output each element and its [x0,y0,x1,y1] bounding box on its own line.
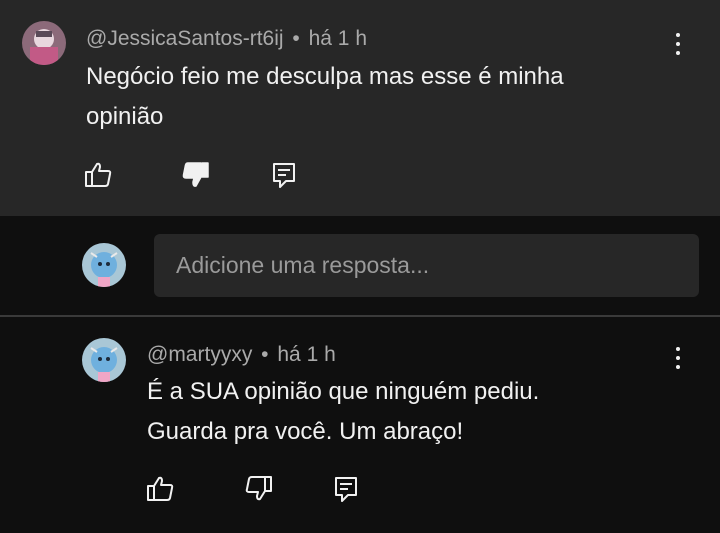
comment-text-line: opinião [86,103,164,130]
reply-timestamp[interactable]: há 1 h [277,343,335,366]
comment-text-line: Negócio feio me desculpa mas esse é minh… [86,63,564,90]
reply-text-line: É a SUA opinião que ninguém pediu. [147,378,540,405]
reply-button[interactable] [266,157,302,193]
dislike-button[interactable] [178,157,214,193]
reply-author-avatar[interactable] [82,338,126,382]
comment-meta: @JessicaSantos-rt6ij • há 1 h [86,27,367,51]
meta-separator: • [261,343,269,366]
reply-text: É a SUA opinião que ninguém pediu. Guard… [147,372,539,452]
comment-text: Negócio feio me desculpa mas esse é minh… [86,57,564,137]
reply-icon [335,477,357,502]
dislike-icon [245,476,272,501]
thread-divider [0,315,720,317]
reply-input-box[interactable] [154,234,699,297]
current-user-avatar [82,243,126,287]
comment-author-handle[interactable]: @JessicaSantos-rt6ij [86,27,284,50]
meta-separator: • [292,27,300,50]
commenter-avatar[interactable] [22,21,66,65]
like-button[interactable] [80,157,116,193]
dislike-icon [182,162,209,187]
reply-reply-button[interactable] [328,471,364,507]
more-options-icon[interactable] [668,30,688,58]
reply-icon [273,163,295,188]
more-options-icon[interactable] [668,344,688,372]
like-icon [85,162,112,187]
like-icon [147,476,174,501]
reply-input[interactable] [154,234,699,297]
reply-meta: @martyyxy • há 1 h [147,343,336,367]
comment-timestamp[interactable]: há 1 h [309,27,367,50]
reply-text-line: Guarda pra você. Um abraço! [147,418,464,445]
highlighted-comment: @JessicaSantos-rt6ij • há 1 h Negócio fe… [0,0,720,216]
reply-author-handle[interactable]: @martyyxy [147,343,252,366]
reply-like-button[interactable] [142,471,178,507]
reply-dislike-button[interactable] [241,471,277,507]
